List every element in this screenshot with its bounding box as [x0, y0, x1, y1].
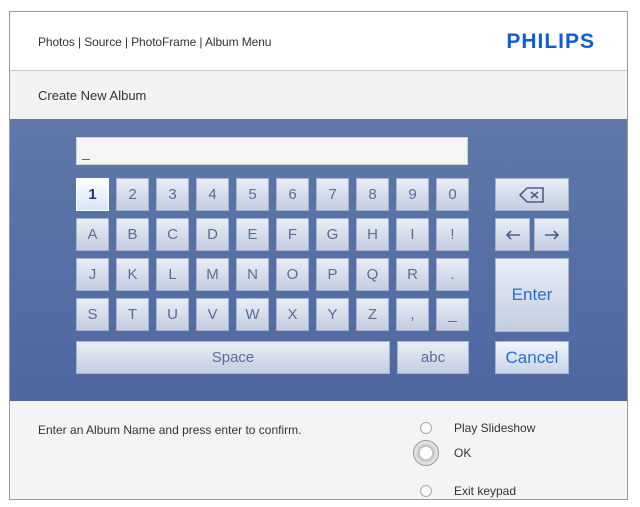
key-row1-5[interactable]: 6 — [276, 178, 309, 211]
cancel-key[interactable]: Cancel — [495, 341, 569, 374]
page-title: Create New Album — [38, 88, 147, 103]
key-row4-2[interactable]: U — [156, 298, 189, 331]
brand-logo: PHILIPS — [506, 30, 595, 53]
backspace-key[interactable] — [495, 178, 569, 211]
enter-key[interactable]: Enter — [495, 258, 569, 332]
key-row2-3[interactable]: D — [196, 218, 229, 251]
abc-key[interactable]: abc — [397, 341, 469, 374]
key-row1-8[interactable]: 9 — [396, 178, 429, 211]
key-row2-0[interactable]: A — [76, 218, 109, 251]
key-row3-1[interactable]: K — [116, 258, 149, 291]
photoframe-window: Photos | Source | PhotoFrame | Album Men… — [9, 11, 628, 500]
arrow-left-icon — [505, 229, 520, 240]
key-row1-3[interactable]: 4 — [196, 178, 229, 211]
album-name-input[interactable]: _ — [76, 137, 468, 165]
footer: Enter an Album Name and press enter to c… — [10, 401, 627, 499]
key-row1-9[interactable]: 0 — [436, 178, 469, 211]
option-label: Play Slideshow — [454, 421, 536, 435]
backspace-icon — [519, 186, 544, 203]
option-ok[interactable]: OK — [413, 440, 472, 466]
radio-selected-icon — [413, 440, 439, 466]
key-row2-9[interactable]: ! — [436, 218, 469, 251]
key-row3-2[interactable]: L — [156, 258, 189, 291]
key-row4-0[interactable]: S — [76, 298, 109, 331]
key-row3-3[interactable]: M — [196, 258, 229, 291]
key-row1-4[interactable]: 5 — [236, 178, 269, 211]
cursor-right-key[interactable] — [534, 218, 569, 251]
breadcrumb: Photos | Source | PhotoFrame | Album Men… — [38, 35, 272, 49]
key-row1-0[interactable]: 1 — [76, 178, 109, 211]
option-exit-keypad[interactable]: Exit keypad — [420, 484, 516, 498]
cursor-left-key[interactable] — [495, 218, 530, 251]
radio-icon — [420, 485, 432, 497]
key-row1-7[interactable]: 8 — [356, 178, 389, 211]
key-row3-8[interactable]: R — [396, 258, 429, 291]
title-bar: Create New Album — [10, 71, 627, 119]
option-label: OK — [454, 446, 472, 460]
header: Photos | Source | PhotoFrame | Album Men… — [10, 12, 627, 71]
key-row2-4[interactable]: E — [236, 218, 269, 251]
key-row2-8[interactable]: I — [396, 218, 429, 251]
key-row3-5[interactable]: O — [276, 258, 309, 291]
key-row4-6[interactable]: Y — [316, 298, 349, 331]
instruction-text: Enter an Album Name and press enter to c… — [38, 423, 302, 437]
key-row2-6[interactable]: G — [316, 218, 349, 251]
arrow-right-icon — [544, 229, 559, 240]
option-play-slideshow[interactable]: Play Slideshow — [420, 421, 535, 435]
key-row3-7[interactable]: Q — [356, 258, 389, 291]
option-label: Exit keypad — [454, 484, 517, 498]
key-row4-1[interactable]: T — [116, 298, 149, 331]
key-row4-9[interactable]: _ — [436, 298, 469, 331]
key-row4-8[interactable]: , — [396, 298, 429, 331]
key-row2-2[interactable]: C — [156, 218, 189, 251]
key-row3-9[interactable]: . — [436, 258, 469, 291]
key-row3-6[interactable]: P — [316, 258, 349, 291]
key-row1-1[interactable]: 2 — [116, 178, 149, 211]
key-row4-5[interactable]: X — [276, 298, 309, 331]
key-row3-0[interactable]: J — [76, 258, 109, 291]
onscreen-keyboard: _ 1 2 3 4 5 6 7 8 9 0 A B C D E F G H I! J K L M N O P Q R. S T U V W X Y Z… — [10, 119, 627, 401]
key-row1-6[interactable]: 7 — [316, 178, 349, 211]
key-row4-3[interactable]: V — [196, 298, 229, 331]
key-row4-7[interactable]: Z — [356, 298, 389, 331]
radio-icon — [420, 422, 432, 434]
key-row2-1[interactable]: B — [116, 218, 149, 251]
key-row1-2[interactable]: 3 — [156, 178, 189, 211]
key-row4-4[interactable]: W — [236, 298, 269, 331]
space-key[interactable]: Space — [76, 341, 390, 374]
key-row3-4[interactable]: N — [236, 258, 269, 291]
key-row2-7[interactable]: H — [356, 218, 389, 251]
key-row2-5[interactable]: F — [276, 218, 309, 251]
